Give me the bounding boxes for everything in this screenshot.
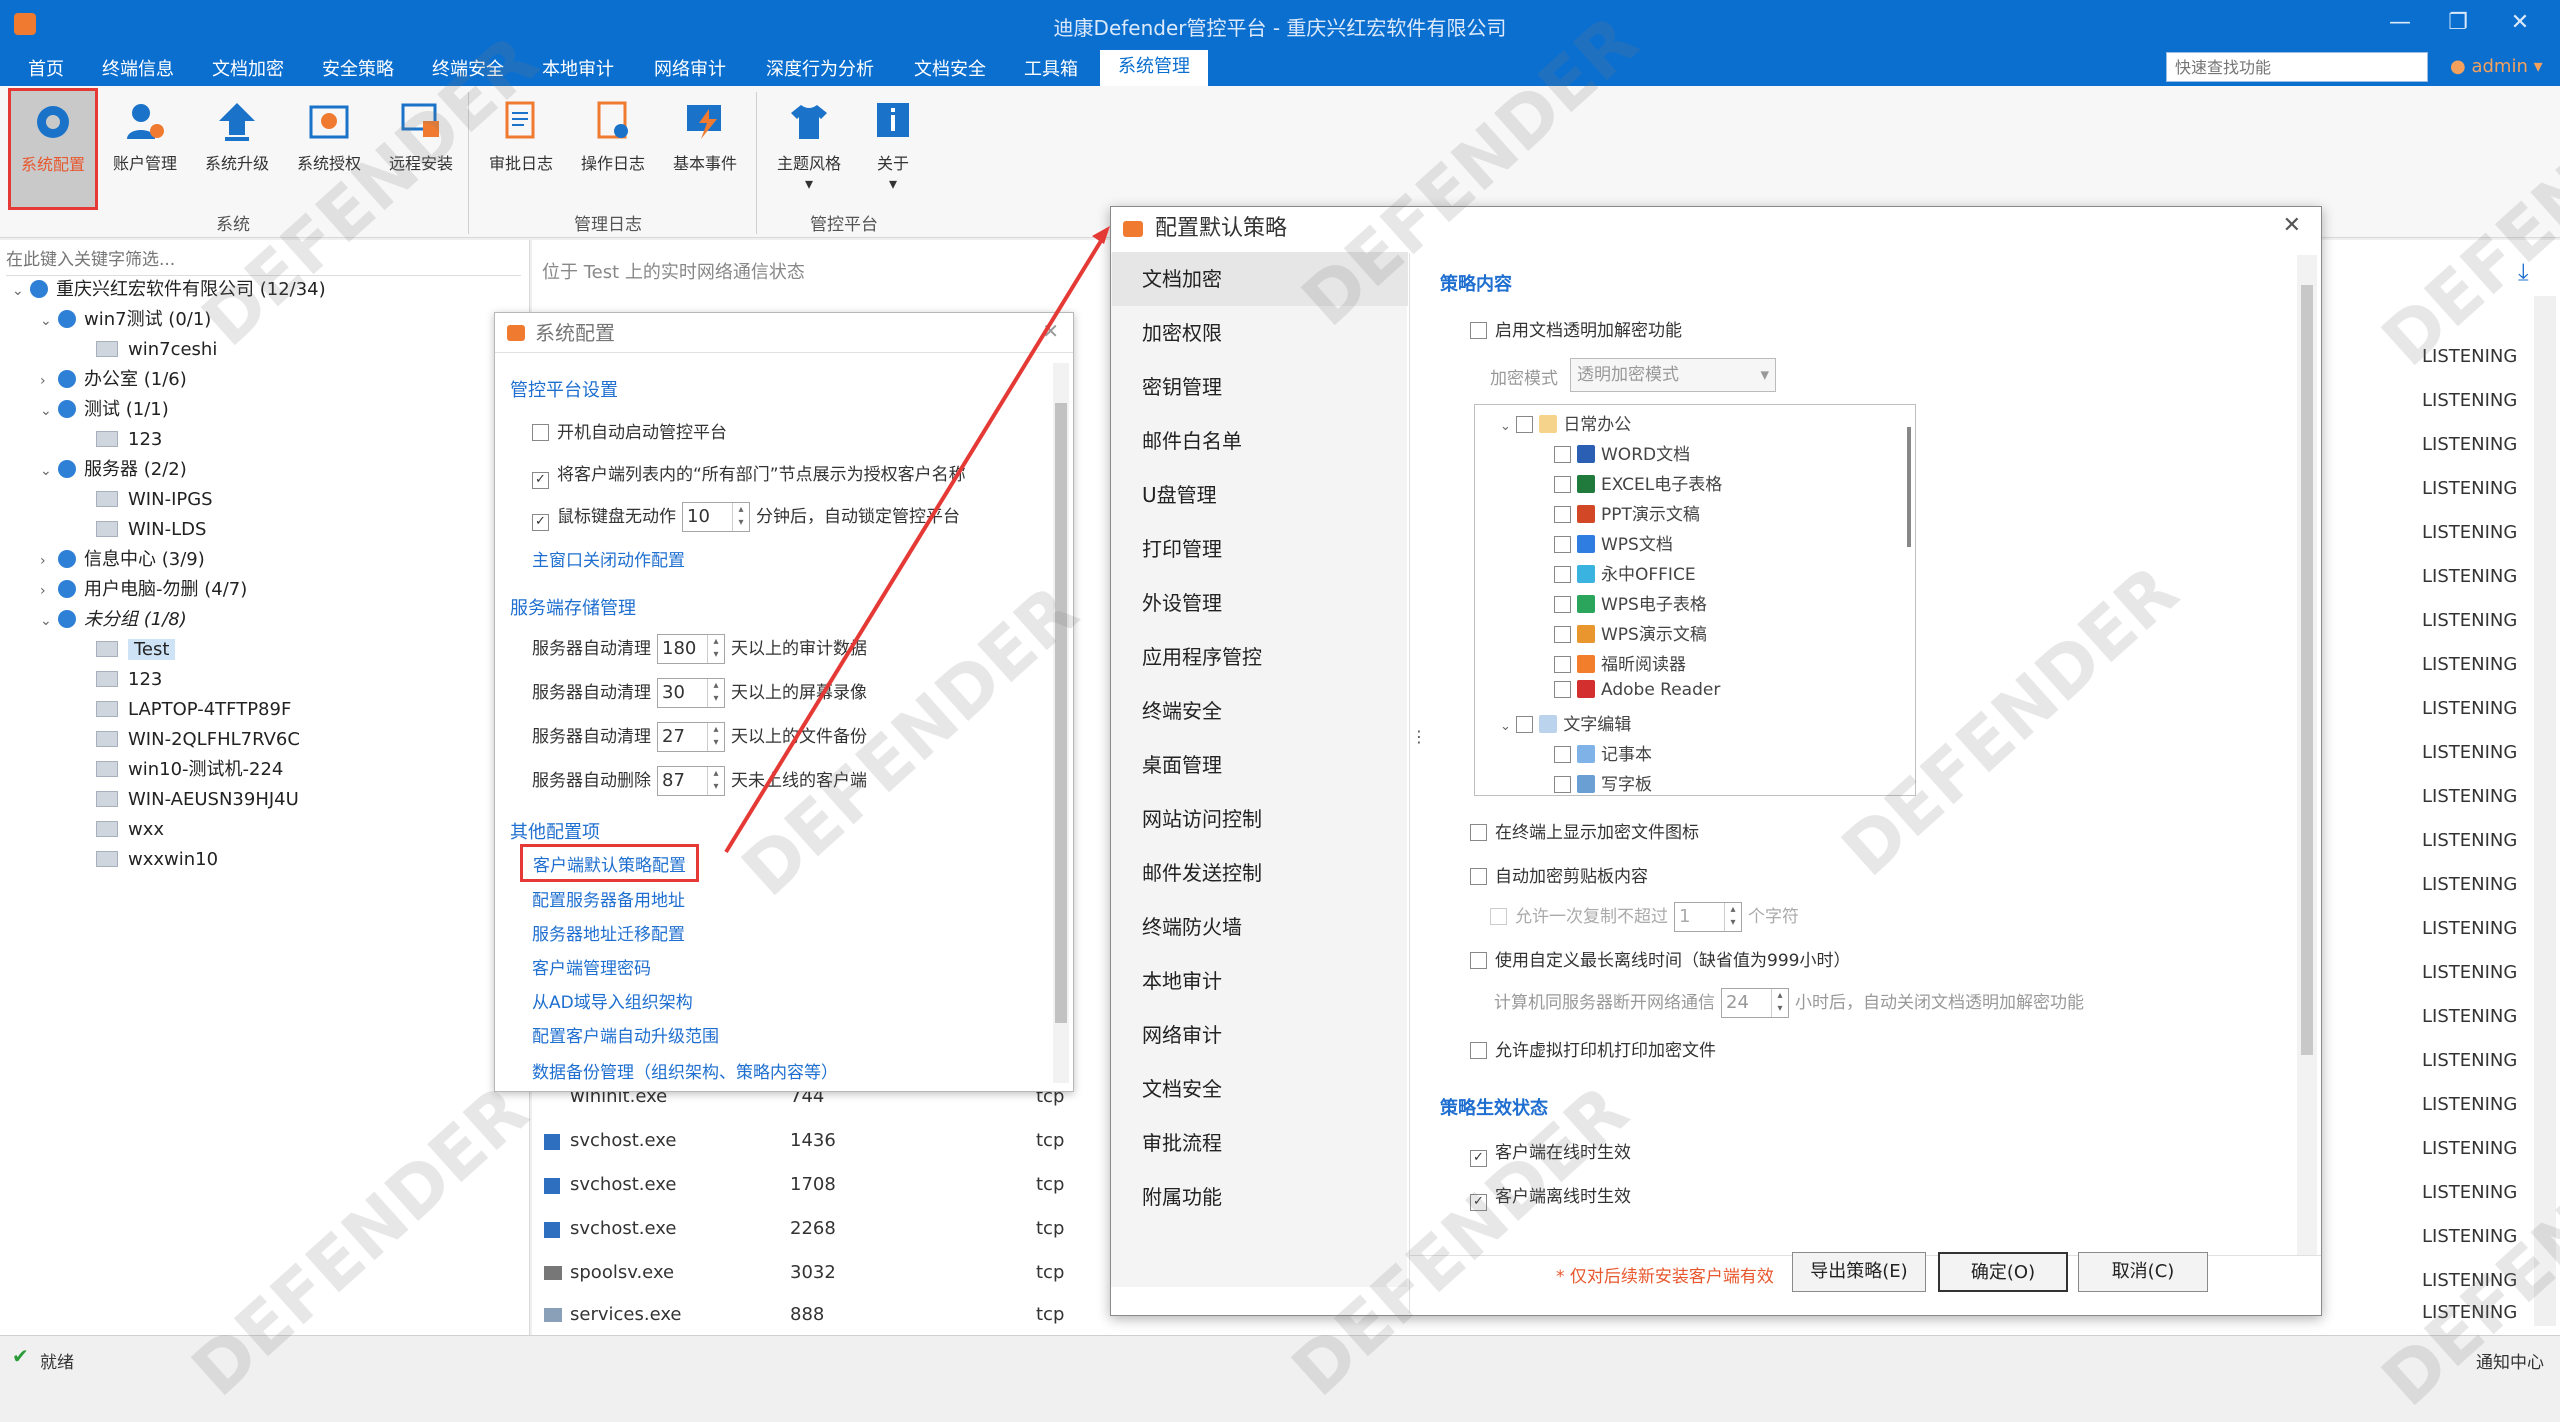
- annotation-arrow: [724, 226, 1110, 854]
